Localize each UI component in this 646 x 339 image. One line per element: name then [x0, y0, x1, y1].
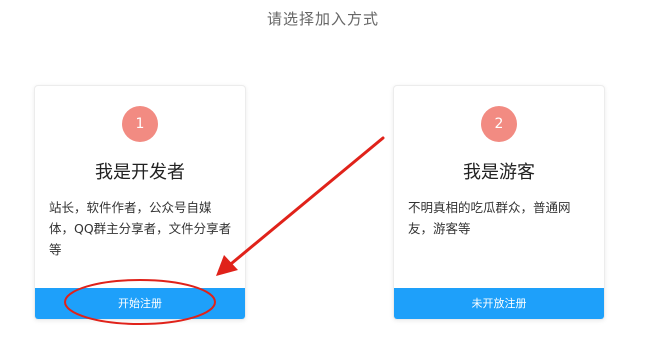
- page-heading: 请选择加入方式: [266, 10, 379, 28]
- step-number-badge: 1: [122, 106, 158, 142]
- card-title: 我是游客: [463, 162, 535, 183]
- card-title: 我是开发者: [95, 162, 185, 183]
- registration-closed-button[interactable]: 未开放注册: [394, 288, 604, 319]
- red-arrow-annotation-icon: [224, 136, 385, 270]
- guest-card: 2 我是游客 不明真相的吃瓜群众，普通网友，游客等 未开放注册: [393, 85, 605, 320]
- developer-card: 1 我是开发者 站长，软件作者，公众号自媒体，QQ群主分享者，文件分享者等 开始…: [34, 85, 246, 320]
- card-description: 站长，软件作者，公众号自媒体，QQ群主分享者，文件分享者等: [49, 200, 232, 257]
- step-number-badge: 2: [481, 106, 517, 142]
- card-description: 不明真相的吃瓜群众，普通网友，游客等: [408, 200, 571, 236]
- start-register-button[interactable]: 开始注册: [35, 288, 245, 319]
